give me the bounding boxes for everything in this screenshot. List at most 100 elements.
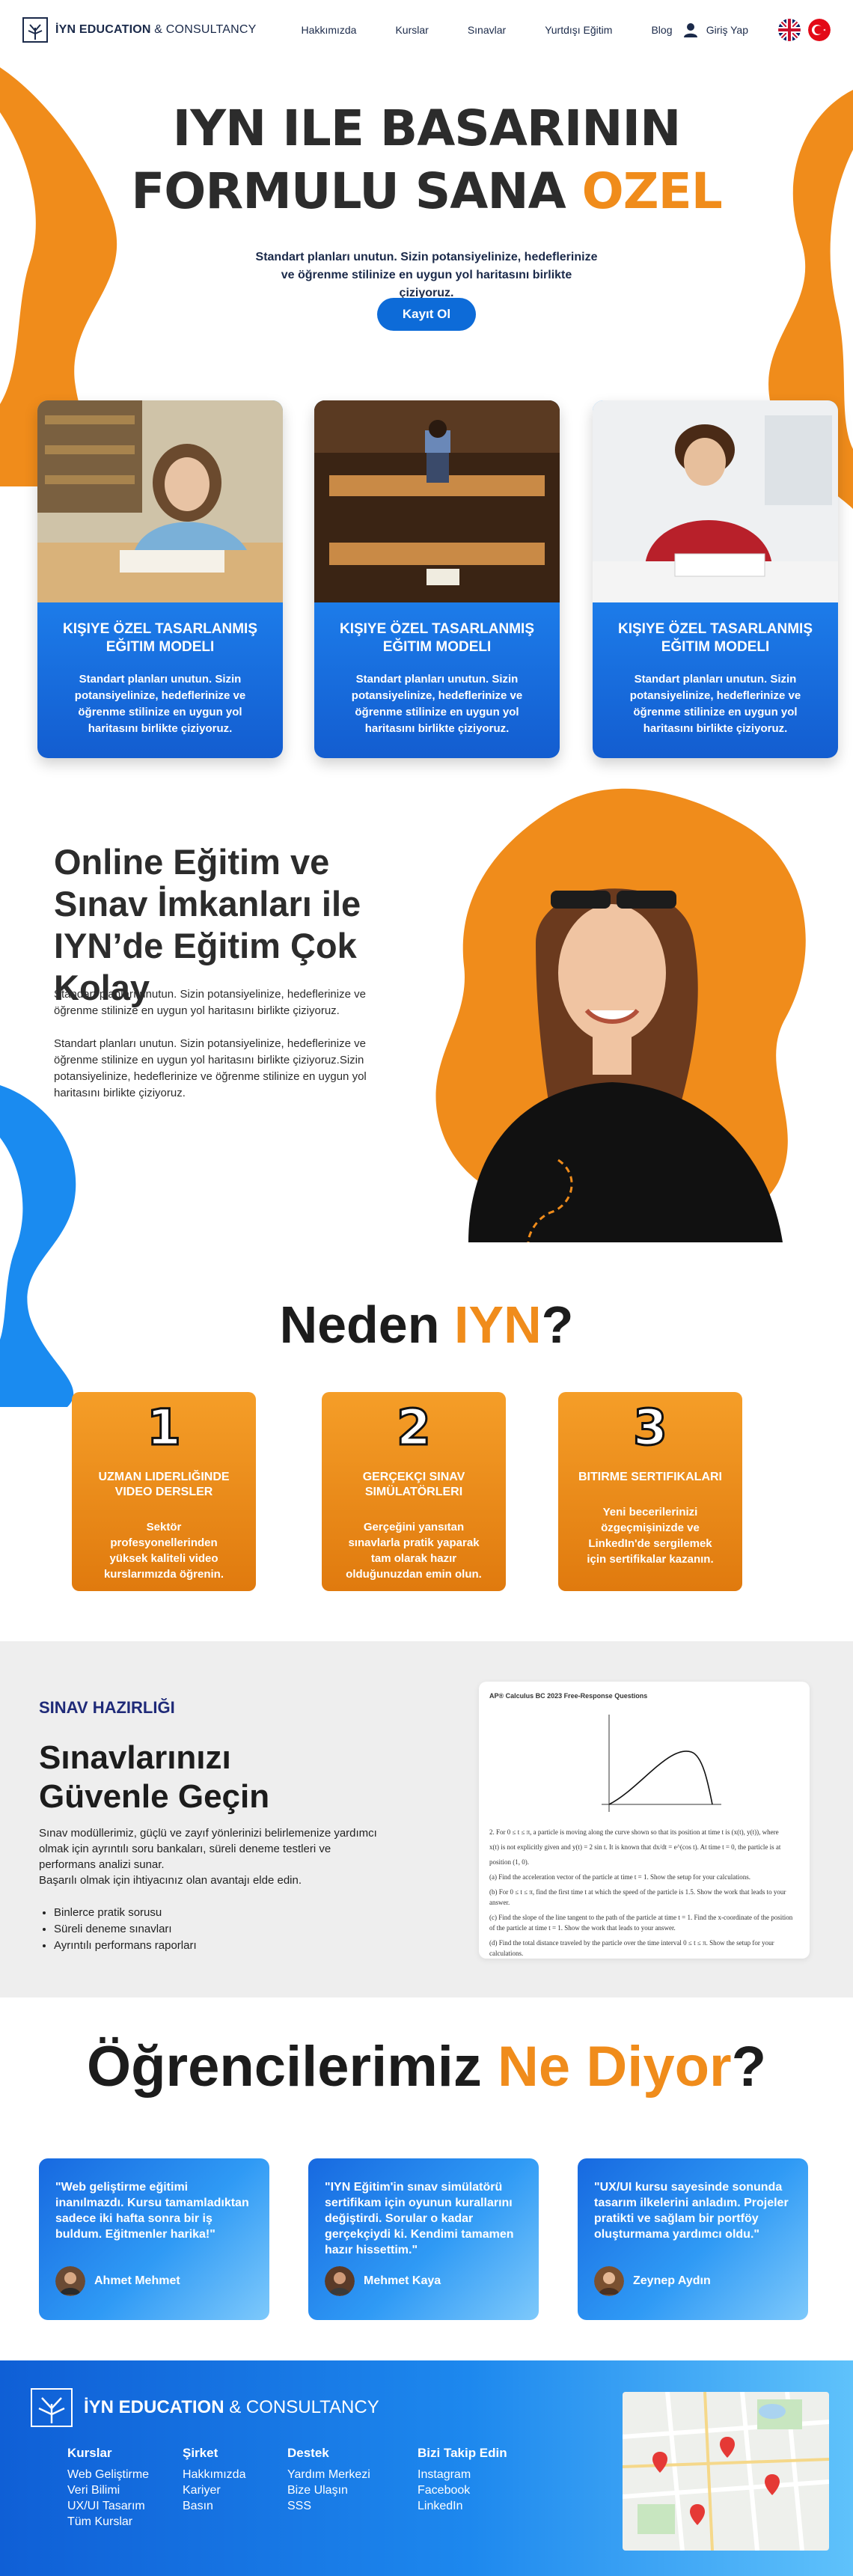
testimonials-title: Öğrencilerimiz Ne Diyor? [0, 2034, 853, 2099]
testimonial-card: "IYN Eğitim'in sınav simülatörü sertifik… [308, 2158, 539, 2320]
user-icon [683, 23, 697, 37]
testimonial-author: Zeynep Aydın [594, 2266, 711, 2296]
footer-col-heading: Kurslar [67, 2446, 112, 2460]
testimonial-card: "Web geliştirme eğitimi inanılmazdı. Kur… [39, 2158, 269, 2320]
footer-col-heading: Şirket [183, 2446, 218, 2460]
logo-text: İYN EDUCATION & CONSULTANCY [55, 23, 257, 37]
card-text: Standart planları unutun. Sizin potansiy… [351, 673, 523, 735]
testimonials-title-accent: Ne Diyor [498, 2035, 732, 2099]
footer-logo-bold: İYN EDUCATION [84, 2397, 224, 2417]
footer-link[interactable]: Basın [183, 2498, 245, 2514]
footer-link[interactable]: Bize Ulaşın [287, 2482, 370, 2498]
doc-title: AP® Calculus BC 2023 Free-Response Quest… [489, 1692, 648, 1700]
student-writing-image [593, 400, 838, 602]
online-paragraph-1: Standart planları unutun. Sizin potansiy… [54, 988, 366, 1017]
footer-logo[interactable]: İYN EDUCATION & CONSULTANCY [30, 2387, 379, 2428]
doc-line: 2. For 0 ≤ t ≤ π, a particle is moving a… [489, 1828, 779, 1836]
exam-question-document: AP® Calculus BC 2023 Free-Response Quest… [479, 1682, 810, 1959]
feature-card[interactable]: KIŞIYE ÖZEL TASARLANMIŞ EĞITIM MODELI St… [37, 400, 283, 758]
online-section-title: Online Eğitim ve Sınav İmkanları ile IYN… [54, 842, 361, 1007]
why-section-title: Neden IYN? [0, 1295, 853, 1355]
why-card: 1 UZMAN LIDERLIĞINDE VIDEO DERSLER Sektö… [72, 1392, 256, 1591]
footer-link[interactable]: Yardım Merkezi [287, 2467, 370, 2482]
footer-link[interactable]: Instagram [418, 2467, 507, 2482]
exam-title-line1: Sınavlarınızı [39, 1739, 231, 1776]
nav-exams[interactable]: Sınavlar [468, 24, 506, 36]
why-card: 3 BITIRME SERTIFIKALARI Yeni becerilerin… [558, 1392, 742, 1591]
doc-line: (c) Find the slope of the line tangent t… [489, 1914, 793, 1932]
nav-about[interactable]: Hakkımızda [302, 24, 357, 36]
footer-link[interactable]: Facebook [418, 2482, 507, 2498]
testimonial-quote: "Web geliştirme eğitimi inanılmazdı. Kur… [55, 2181, 249, 2241]
exam-paragraph-2: Başarılı olmak için ihtiyacınız olan ava… [39, 1874, 302, 1887]
footer-logo-rest: & CONSULTANCY [224, 2397, 379, 2417]
main-nav: Hakkımızda Kurslar Sınavlar Yurtdışı Eği… [302, 24, 673, 36]
doc-line: (b) For 0 ≤ t ≤ π, find the first time t… [489, 1888, 786, 1906]
footer-col-heading: Destek [287, 2446, 329, 2460]
footer-col-heading: Bizi Takip Edin [418, 2446, 507, 2460]
footer-link[interactable]: UX/UI Tasarım [67, 2498, 149, 2514]
nav-blog[interactable]: Blog [651, 24, 672, 36]
why-card-heading: UZMAN LIDERLIĞINDE VIDEO DERSLER [98, 1471, 230, 1498]
footer-link[interactable]: LinkedIn [418, 2498, 507, 2514]
footer-col-support: Destek Yardım Merkezi Bize Ulaşın SSS [287, 2446, 370, 2514]
feature-card[interactable]: KIŞIYE ÖZEL TASARLANMIŞ EĞITIM MODELI St… [593, 400, 838, 758]
exam-feature-list: Binlerce pratik sorusu Süreli deneme sın… [54, 1905, 197, 1954]
nav-study-abroad[interactable]: Yurtdışı Eğitim [545, 24, 612, 36]
login-link[interactable]: Giriş Yap [682, 22, 748, 38]
why-card-text: Yeni becerilerinizi özgeçmişinizde ve Li… [587, 1506, 714, 1566]
doc-line: (a) Find the acceleration vector of the … [489, 1873, 750, 1881]
smiling-student-portrait [468, 888, 783, 1242]
hero-title: IYN ILE BASARININ FORMULU SANA OZEL [0, 97, 853, 223]
footer-link[interactable]: SSS [287, 2498, 370, 2514]
why-card-number: 1 [146, 1398, 183, 1458]
site-header: İYN EDUCATION & CONSULTANCY Hakkımızda K… [0, 0, 853, 60]
exam-title: Sınavlarınızı Güvenle Geçin [39, 1739, 269, 1816]
footer-link[interactable]: Kariyer [183, 2482, 245, 2498]
logo-tree-icon [31, 2388, 73, 2427]
footer-logo-text: İYN EDUCATION & CONSULTANCY [84, 2397, 379, 2418]
testimonial-quote: "IYN Eğitim'in sınav simülatörü sertifik… [325, 2181, 514, 2256]
card-text: Standart planları unutun. Sizin potansiy… [74, 673, 246, 735]
testimonial-name: Mehmet Kaya [364, 2274, 441, 2287]
student-reading-image [37, 400, 283, 602]
uk-flag-icon[interactable] [778, 19, 801, 41]
feature-card[interactable]: KIŞIYE ÖZEL TASARLANMIŞ EĞITIM MODELI St… [314, 400, 560, 758]
card-title: KIŞIYE ÖZEL TASARLANMIŞ EĞITIM MODELI [617, 621, 813, 655]
testimonial-author: Mehmet Kaya [325, 2266, 441, 2296]
testimonials-title-text: Öğrencilerimiz [86, 2035, 498, 2099]
why-card-text: Gerçeğini yansıtan sınavlarla pratik yap… [346, 1521, 482, 1581]
why-card-heading: GERÇEKÇI SINAV SIMÜLATÖRLERI [362, 1471, 465, 1498]
exam-paragraph-1: Sınav modüllerimiz, güçlü ve zayıf yönle… [39, 1827, 377, 1871]
card-text: Standart planları unutun. Sizin potansiy… [629, 673, 801, 735]
logo[interactable]: İYN EDUCATION & CONSULTANCY [22, 17, 257, 43]
exam-title-line2: Güvenle Geçin [39, 1778, 270, 1815]
hero-title-accent: OZEL [581, 162, 723, 220]
testimonial-card: "UX/UI kursu sayesinde sonunda tasarım i… [578, 2158, 808, 2320]
why-card-number: 2 [396, 1398, 432, 1458]
page: İYN EDUCATION & CONSULTANCY Hakkımızda K… [0, 0, 853, 2576]
footer-link[interactable]: Web Geliştirme [67, 2467, 149, 2482]
tr-flag-icon[interactable] [808, 19, 831, 41]
footer-link[interactable]: Hakkımızda [183, 2467, 245, 2482]
card-title: KIŞIYE ÖZEL TASARLANMIŞ EĞITIM MODELI [62, 621, 258, 655]
exam-description: Sınav modüllerimiz, güçlü ve zayıf yönle… [39, 1825, 383, 1888]
doc-line: (d) Find the total distance traveled by … [489, 1939, 774, 1957]
register-button[interactable]: Kayıt Ol [377, 298, 476, 331]
library-student-image [314, 400, 560, 602]
why-title-accent: IYN [453, 1295, 542, 1354]
site-footer: İYN EDUCATION & CONSULTANCY Kurslar Web … [0, 2360, 853, 2576]
avatar [325, 2266, 355, 2296]
logo-rest: & CONSULTANCY [150, 23, 257, 36]
doc-line: position (1, 0). [489, 1858, 529, 1866]
logo-bold: İYN EDUCATION [55, 23, 151, 36]
why-card-heading: BITIRME SERTIFIKALARI [578, 1471, 722, 1483]
logo-tree-icon [22, 17, 48, 43]
footer-link[interactable]: Tüm Kurslar [67, 2514, 149, 2530]
footer-link[interactable]: Veri Bilimi [67, 2482, 149, 2498]
testimonial-author: Ahmet Mehmet [55, 2266, 180, 2296]
nav-courses[interactable]: Kurslar [395, 24, 428, 36]
testimonial-quote: "UX/UI kursu sayesinde sonunda tasarım i… [594, 2181, 789, 2241]
location-map[interactable] [623, 2392, 829, 2551]
exam-feature-item: Süreli deneme sınavları [54, 1921, 197, 1938]
